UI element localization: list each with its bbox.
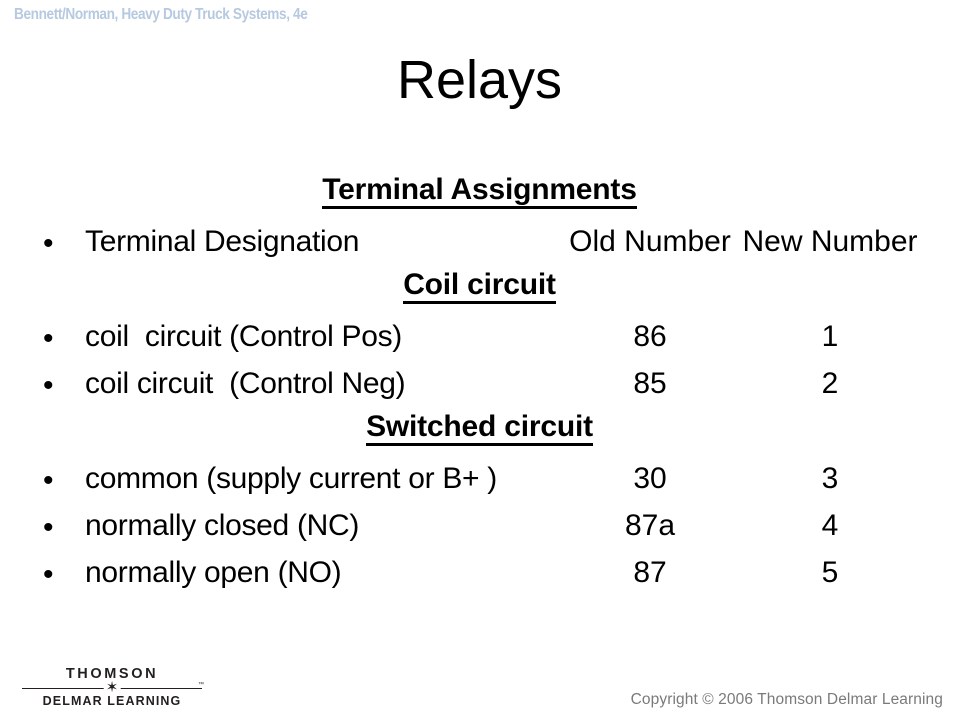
section-heading-text: Coil circuit xyxy=(403,270,556,304)
table-row: • normally closed (NC) 87a 4 xyxy=(0,504,959,551)
table-row: • common (supply current or B+ ) 30 3 xyxy=(0,457,959,504)
section-heading-coil-circuit: Coil circuit xyxy=(0,267,959,315)
trademark-icon: ™ xyxy=(198,682,204,688)
row-old-number: 30 xyxy=(633,462,667,495)
slide-body: Terminal Assignments • Terminal Designat… xyxy=(0,172,959,598)
copyright-notice: Copyright © 2006 Thomson Delmar Learning xyxy=(630,691,943,708)
row-new-number: 2 xyxy=(821,367,839,400)
row-label: normally closed (NC) xyxy=(85,509,360,542)
logo-divider: ✶ ™ xyxy=(22,679,204,696)
row-label: coil circuit (Control Neg) xyxy=(85,367,406,400)
row-new-number: 5 xyxy=(821,556,839,589)
row-label: normally open (NO) xyxy=(85,556,342,589)
publisher-logo: THOMSON ✶ ™ DELMAR LEARNING xyxy=(22,666,204,709)
section-heading-text: Switched circuit xyxy=(366,412,593,446)
column-header-old-number: Old Number xyxy=(569,225,731,258)
column-header-designation: Terminal Designation xyxy=(85,225,360,258)
row-label: common (supply current or B+ ) xyxy=(85,462,497,495)
bullet-icon: • xyxy=(43,369,54,402)
bullet-icon: • xyxy=(43,322,54,355)
bullet-icon: • xyxy=(43,558,54,591)
bullet-icon: • xyxy=(43,464,54,497)
table-header-row: • Terminal Designation Old Number New Nu… xyxy=(0,220,959,267)
section-heading-terminal-assignments: Terminal Assignments xyxy=(0,172,959,220)
star-icon: ✶ xyxy=(103,679,121,696)
table-row: • normally open (NO) 87 5 xyxy=(0,551,959,598)
row-old-number: 85 xyxy=(633,367,667,400)
row-new-number: 1 xyxy=(821,320,839,353)
bullet-icon: • xyxy=(43,511,54,544)
column-header-new-number: New Number xyxy=(742,225,918,258)
row-old-number: 87a xyxy=(624,509,676,542)
table-row: • coil circuit (Control Pos) 86 1 xyxy=(0,315,959,362)
row-label: coil circuit (Control Pos) xyxy=(85,320,402,353)
row-new-number: 4 xyxy=(821,509,839,542)
section-heading-switched-circuit: Switched circuit xyxy=(0,409,959,457)
row-new-number: 3 xyxy=(821,462,839,495)
slide-running-header: Bennett/Norman, Heavy Duty Truck Systems… xyxy=(14,6,308,23)
page-title: Relays xyxy=(396,50,563,110)
row-old-number: 87 xyxy=(633,556,667,589)
logo-delmar-text: DELMAR LEARNING xyxy=(42,694,182,708)
bullet-icon: • xyxy=(43,227,54,260)
row-old-number: 86 xyxy=(633,320,667,353)
section-heading-text: Terminal Assignments xyxy=(322,175,637,209)
table-row: • coil circuit (Control Neg) 85 2 xyxy=(0,362,959,409)
